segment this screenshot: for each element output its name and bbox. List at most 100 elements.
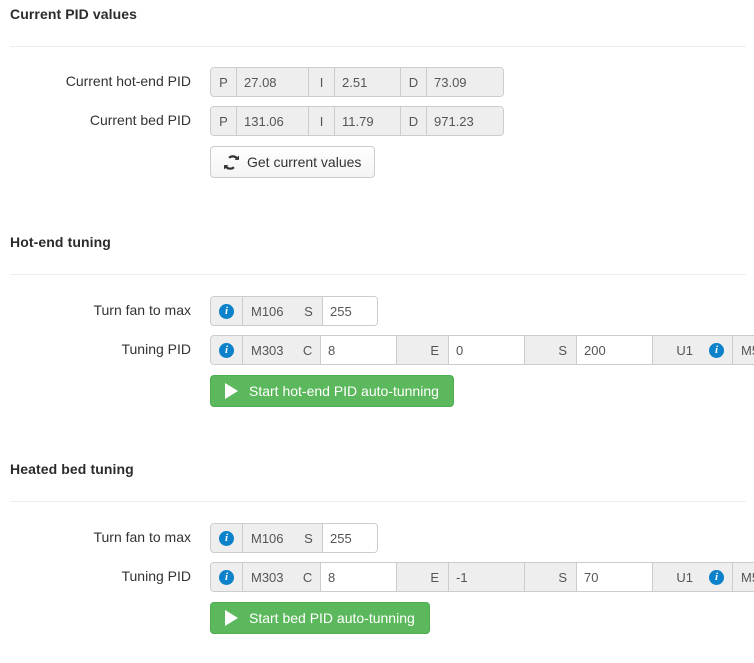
input-group-hotend-tuning-pid: i M303 C E S U1 [210, 335, 754, 365]
label-hotend-fan-max: Turn fan to max [93, 302, 191, 319]
label-hotend-tuning-pid: Tuning PID [121, 341, 191, 358]
hotend-tuning-e-value[interactable] [456, 336, 517, 364]
addon-hotend-p: P [211, 68, 237, 96]
addon-bed-i: I [309, 107, 335, 135]
row-bed-fan-max: Turn fan to max i M106 S [0, 523, 754, 553]
section-heading-hot-end-tuning: Hot-end tuning [10, 234, 111, 250]
section-heading-heated-bed-tuning: Heated bed tuning [10, 461, 134, 477]
info-icon: i [219, 530, 234, 546]
control-area-hotend-fan-max: i M106 S [210, 296, 378, 326]
hotend-tuning-e-input[interactable] [449, 336, 525, 364]
info-icon: i [219, 342, 234, 358]
hotend-tuning-command: M303 [243, 336, 295, 364]
control-area-hotend-tuning-pid: i M303 C E S U1 [210, 335, 754, 365]
row-start-hotend-tuning: Start hot-end PID auto-tunning [0, 375, 754, 407]
bed-tuning-s-value[interactable] [584, 563, 645, 591]
hotend-fan-speed-input[interactable] [323, 297, 377, 325]
hotend-fan-param-label: S [295, 297, 323, 325]
label-current-bed-pid: Current bed PID [89, 112, 191, 129]
bed-fan-speed-input[interactable] [323, 524, 377, 552]
bed-tuning-e-label: E [397, 563, 449, 591]
section-heated-bed-tuning: Heated bed tuning Turn fan to max i M106… [0, 455, 754, 634]
start-bed-pid-autotune-label: Start bed PID auto-tunning [249, 610, 415, 626]
hotend-tuning-s-label: S [525, 336, 577, 364]
control-area-current-bed-pid: P 131.06 I 11.79 D 971.23 [210, 106, 504, 136]
value-bed-p: 131.06 [237, 107, 309, 135]
section-divider-heated-bed-tuning [10, 501, 746, 502]
bed-tuning-c-label: C [295, 563, 321, 591]
bed-tuning-info-icon-addon[interactable]: i [211, 563, 243, 591]
hotend-tuning-c-value[interactable] [328, 336, 389, 364]
label-bed-tuning-pid: Tuning PID [121, 568, 191, 585]
value-bed-i: 11.79 [335, 107, 401, 135]
row-current-bed-pid: Current bed PID P 131.06 I 11.79 D 971.2… [0, 106, 754, 136]
info-icon: i [219, 303, 234, 319]
play-icon [225, 383, 238, 399]
hotend-fan-speed-value[interactable] [330, 297, 370, 325]
row-hotend-fan-max: Turn fan to max i M106 S [0, 296, 754, 326]
section-current-pid-values: Current PID values Current hot-end PID P… [0, 0, 754, 178]
hotend-tuning-s-input[interactable] [577, 336, 653, 364]
bed-fan-param-label: S [295, 524, 323, 552]
hotend-save-command: M500 [733, 336, 754, 364]
control-area-start-bed: Start bed PID auto-tunning [210, 602, 430, 634]
control-area-current-hotend-pid: P 27.08 I 2.51 D 73.09 [210, 67, 504, 97]
section-heading-current-pid-values: Current PID values [10, 6, 138, 22]
start-bed-pid-autotune-button[interactable]: Start bed PID auto-tunning [210, 602, 430, 634]
bed-tuning-e-input: -1 [449, 563, 525, 591]
bed-save-info-icon-addon[interactable]: i [701, 563, 733, 591]
bed-fan-command: M106 [243, 524, 295, 552]
start-hotend-pid-autotune-button[interactable]: Start hot-end PID auto-tunning [210, 375, 454, 407]
value-hotend-p: 27.08 [237, 68, 309, 96]
addon-bed-d: D [401, 107, 427, 135]
row-get-current-values: Get current values [0, 146, 754, 178]
section-divider-current-pid-values [10, 46, 746, 47]
value-hotend-d: 73.09 [427, 68, 503, 96]
bed-tuning-u1-label: U1 [653, 563, 701, 591]
hotend-tuning-u1-label: U1 [653, 336, 701, 364]
bed-fan-speed-value[interactable] [330, 524, 370, 552]
hotend-tuning-c-input[interactable] [321, 336, 397, 364]
addon-bed-p: P [211, 107, 237, 135]
start-hotend-pid-autotune-label: Start hot-end PID auto-tunning [249, 383, 439, 399]
label-bed-fan-max: Turn fan to max [93, 529, 191, 546]
addon-hotend-d: D [401, 68, 427, 96]
label-current-hotend-pid: Current hot-end PID [65, 73, 191, 90]
bed-tuning-command: M303 [243, 563, 295, 591]
control-area-bed-fan-max: i M106 S [210, 523, 378, 553]
input-group-hotend-fan-max: i M106 S [210, 296, 378, 326]
value-bed-d: 971.23 [427, 107, 503, 135]
get-current-values-label: Get current values [247, 154, 362, 170]
control-area-get-current-values: Get current values [210, 146, 376, 178]
input-group-bed-tuning-pid: i M303 C E -1 S U1 i [210, 562, 754, 592]
hotend-fan-info-icon-addon[interactable]: i [211, 297, 243, 325]
hotend-tuning-e-label: E [397, 336, 449, 364]
section-hot-end-tuning: Hot-end tuning Turn fan to max i M106 S [0, 228, 754, 407]
control-area-bed-tuning-pid: i M303 C E -1 S U1 i [210, 562, 754, 592]
bed-tuning-s-input[interactable] [577, 563, 653, 591]
input-group-current-hotend-pid: P 27.08 I 2.51 D 73.09 [210, 67, 504, 97]
input-group-bed-fan-max: i M106 S [210, 523, 378, 553]
control-area-start-hotend: Start hot-end PID auto-tunning [210, 375, 454, 407]
bed-tuning-c-input[interactable] [321, 563, 397, 591]
bed-save-command: M500 [733, 563, 754, 591]
hotend-tuning-s-value[interactable] [584, 336, 645, 364]
play-icon [225, 610, 238, 626]
get-current-values-button[interactable]: Get current values [210, 146, 376, 178]
section-divider-hot-end-tuning [10, 274, 746, 275]
info-icon: i [709, 569, 724, 585]
bed-fan-info-icon-addon[interactable]: i [211, 524, 243, 552]
bed-tuning-c-value[interactable] [328, 563, 389, 591]
value-hotend-i: 2.51 [335, 68, 401, 96]
row-bed-tuning-pid: Tuning PID i M303 C E -1 S [0, 562, 754, 592]
refresh-icon [224, 154, 239, 170]
hotend-tuning-c-label: C [295, 336, 321, 364]
hotend-fan-command: M106 [243, 297, 295, 325]
bed-tuning-s-label: S [525, 563, 577, 591]
info-icon: i [219, 569, 234, 585]
hotend-tuning-info-icon-addon[interactable]: i [211, 336, 243, 364]
pid-tuning-page: Current PID values Current hot-end PID P… [0, 0, 754, 663]
addon-hotend-i: I [309, 68, 335, 96]
info-icon: i [709, 342, 724, 358]
hotend-save-info-icon-addon[interactable]: i [701, 336, 733, 364]
